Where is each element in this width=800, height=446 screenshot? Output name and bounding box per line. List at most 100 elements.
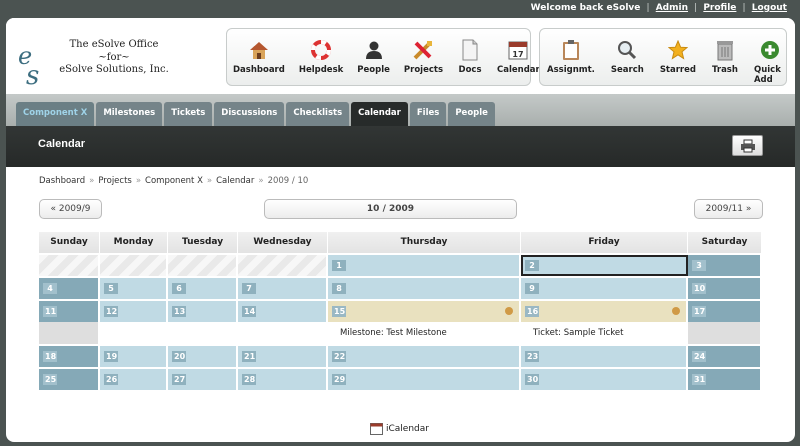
day-cell[interactable]: 23 <box>521 346 688 367</box>
day-cell[interactable]: 22 <box>328 346 521 367</box>
day-cell[interactable]: 8 <box>328 278 521 299</box>
print-button[interactable] <box>732 135 763 156</box>
day-cell[interactable]: 5 <box>100 278 168 299</box>
prev-month-button[interactable]: « 2009/9 <box>39 199 102 219</box>
day-number: 15 <box>332 306 346 317</box>
day-cell-with-event[interactable]: 15 <box>328 301 521 322</box>
nav-starred[interactable]: Starred <box>660 38 696 75</box>
nav-trash[interactable]: Trash <box>712 38 738 75</box>
day-cell[interactable]: 26 <box>100 369 168 390</box>
day-number: 6 <box>172 283 186 294</box>
day-cell[interactable]: 30 <box>521 369 688 390</box>
day-cell[interactable]: 13 <box>168 301 238 322</box>
tab-checklists[interactable]: Checklists <box>286 102 350 126</box>
event-cell <box>688 322 762 344</box>
breadcrumb-separator: » <box>89 176 95 186</box>
current-month-button[interactable]: 10 / 2009 <box>264 199 517 219</box>
month-calendar: Sunday Monday Tuesday Wednesday Thursday… <box>39 232 762 390</box>
day-cell-today[interactable]: 2 <box>521 255 688 276</box>
day-cell-weekend[interactable]: 24 <box>688 346 762 367</box>
day-cell-weekend[interactable]: 18 <box>39 346 100 367</box>
day-number: 5 <box>104 283 118 294</box>
day-cell[interactable]: 12 <box>100 301 168 322</box>
office-line-3: eSolve Solutions, Inc. <box>59 64 169 75</box>
tab-files[interactable]: Files <box>409 102 447 126</box>
day-number: 8 <box>332 283 346 294</box>
breadcrumb-component-x[interactable]: Component X <box>145 176 203 186</box>
tab-tickets[interactable]: Tickets <box>164 102 213 126</box>
day-cell[interactable]: 9 <box>521 278 688 299</box>
nav-search[interactable]: Search <box>611 38 644 75</box>
house-icon <box>246 38 272 62</box>
page-header: Calendar <box>6 126 795 167</box>
day-cell-weekend[interactable]: 17 <box>688 301 762 322</box>
nav-label: Quick Add <box>753 65 781 85</box>
day-cell-weekend[interactable]: 11 <box>39 301 100 322</box>
nav-calendar[interactable]: 17 Calendar <box>497 38 540 75</box>
event-row: Milestone: Test Milestone Ticket: Sample… <box>39 322 762 344</box>
tab-milestones[interactable]: Milestones <box>96 102 163 126</box>
nav-label: Calendar <box>497 65 540 75</box>
day-cell-weekend[interactable]: 31 <box>688 369 762 390</box>
weekday-thursday: Thursday <box>328 232 521 253</box>
esolve-logo[interactable]: es <box>18 42 46 91</box>
day-cell[interactable]: 27 <box>168 369 238 390</box>
event-ticket[interactable]: Ticket: Sample Ticket <box>521 322 688 344</box>
nav-helpdesk[interactable]: Helpdesk <box>299 38 343 75</box>
day-number: 26 <box>104 374 118 385</box>
day-number: 27 <box>172 374 186 385</box>
nav-people[interactable]: People <box>357 38 390 75</box>
person-icon <box>361 38 387 62</box>
next-month-button[interactable]: 2009/11 » <box>694 199 763 219</box>
day-cell-with-event[interactable]: 16 <box>521 301 688 322</box>
admin-link[interactable]: Admin <box>656 3 688 13</box>
weekday-wednesday: Wednesday <box>238 232 328 253</box>
tab-calendar[interactable]: Calendar <box>351 102 408 126</box>
calendar-icon <box>370 423 383 435</box>
clipboard-icon <box>558 38 584 62</box>
day-cell[interactable]: 19 <box>100 346 168 367</box>
event-dot-icon <box>672 307 680 315</box>
day-cell[interactable]: 1 <box>328 255 521 276</box>
nav-projects[interactable]: Projects <box>404 38 443 75</box>
day-cell-weekend[interactable]: 25 <box>39 369 100 390</box>
calendar-icon: 17 <box>505 38 531 62</box>
event-milestone[interactable]: Milestone: Test Milestone <box>328 322 521 344</box>
event-cell <box>238 322 328 344</box>
logout-link[interactable]: Logout <box>752 3 787 13</box>
weekday-monday: Monday <box>100 232 168 253</box>
svg-text:17: 17 <box>513 50 524 59</box>
day-cell-weekend[interactable]: 10 <box>688 278 762 299</box>
breadcrumb-projects[interactable]: Projects <box>98 176 132 186</box>
day-cell[interactable]: 29 <box>328 369 521 390</box>
plus-icon <box>757 38 783 62</box>
day-cell[interactable]: 6 <box>168 278 238 299</box>
day-cell-weekend[interactable]: 3 <box>688 255 762 276</box>
calendar-week: 1 2 3 <box>39 255 762 276</box>
nav-dashboard[interactable]: Dashboard <box>233 38 285 75</box>
day-cell[interactable]: 14 <box>238 301 328 322</box>
nav-label: Helpdesk <box>298 65 344 75</box>
day-cell[interactable]: 20 <box>168 346 238 367</box>
nav-label: Trash <box>712 65 738 75</box>
day-cell-weekend[interactable]: 4 <box>39 278 100 299</box>
breadcrumb-calendar[interactable]: Calendar <box>216 176 254 186</box>
tab-discussions[interactable]: Discussions <box>214 102 285 126</box>
calendar-week: 4 5 6 7 8 9 10 <box>39 278 762 299</box>
magnifier-icon <box>614 38 640 62</box>
tab-people[interactable]: People <box>448 102 495 126</box>
breadcrumb-dashboard[interactable]: Dashboard <box>39 176 85 186</box>
nav-docs[interactable]: Docs <box>457 38 483 75</box>
day-cell[interactable]: 7 <box>238 278 328 299</box>
day-number: 31 <box>692 374 706 385</box>
nav-quick-add[interactable]: Quick Add <box>754 38 786 85</box>
nav-assignments[interactable]: Assignmt. <box>547 38 595 75</box>
day-cell[interactable]: 21 <box>238 346 328 367</box>
icalendar-link[interactable]: iCalendar <box>370 422 429 435</box>
empty-day-cell <box>100 255 168 276</box>
profile-link[interactable]: Profile <box>703 3 736 13</box>
tab-component-x[interactable]: Component X <box>16 102 95 126</box>
day-cell[interactable]: 28 <box>238 369 328 390</box>
nav-label: Docs <box>458 65 482 75</box>
nav-label: Search <box>610 65 644 75</box>
